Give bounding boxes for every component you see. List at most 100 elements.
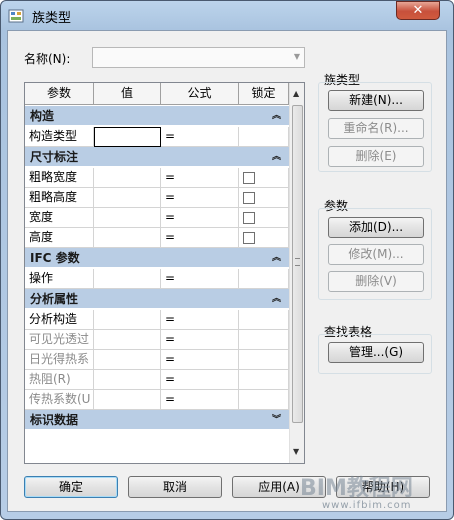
parameter-row[interactable]: 日光得热系 = bbox=[25, 350, 289, 370]
parameter-row[interactable]: 构造类型 = bbox=[25, 127, 289, 147]
value-cell[interactable] bbox=[94, 370, 161, 390]
category-label: 构造 bbox=[30, 109, 55, 123]
family-types-icon bbox=[8, 9, 24, 23]
lock-cell[interactable] bbox=[239, 188, 289, 208]
column-header-value[interactable]: 值 bbox=[94, 83, 161, 105]
value-cell[interactable] bbox=[94, 350, 161, 370]
collapse-toggle-icon[interactable]: ︾ bbox=[272, 410, 281, 430]
category-label: 标识数据 bbox=[30, 413, 79, 427]
ok-button[interactable]: 确定 bbox=[24, 476, 118, 498]
formula-cell[interactable]: = bbox=[161, 127, 239, 147]
category-row[interactable]: 分析属性 ︽ bbox=[25, 289, 289, 309]
category-label: 尺寸标注 bbox=[30, 150, 79, 164]
lock-checkbox[interactable] bbox=[243, 192, 255, 204]
parameter-grid[interactable]: 参数 值 公式 锁定 构造 ︽ 构造类型 = 尺寸标注 ︽ 粗略宽度 = 粗略高度 = 宽度 = 高度 =… bbox=[24, 82, 305, 464]
rename-type-button[interactable]: 重命名(R)... bbox=[328, 118, 424, 139]
collapse-toggle-icon[interactable]: ︽ bbox=[272, 289, 281, 309]
lock-cell[interactable] bbox=[239, 208, 289, 228]
title-bar[interactable]: 族类型 bbox=[0, 0, 454, 30]
watermark-url: www.ifbim.com bbox=[322, 500, 412, 511]
parameter-name: 传热系数(U bbox=[25, 390, 94, 410]
lock-cell[interactable] bbox=[239, 310, 289, 330]
modify-parameter-button[interactable]: 修改(M)... bbox=[328, 244, 424, 265]
formula-cell[interactable]: = bbox=[161, 390, 239, 410]
parameter-name: 高度 bbox=[25, 228, 94, 248]
parameter-row[interactable]: 热阻(R) = bbox=[25, 370, 289, 390]
formula-cell[interactable]: = bbox=[161, 228, 239, 248]
category-row[interactable]: 尺寸标注 ︽ bbox=[25, 147, 289, 167]
lock-checkbox[interactable] bbox=[243, 172, 255, 184]
value-cell[interactable] bbox=[94, 390, 161, 410]
parameter-row[interactable]: 粗略高度 = bbox=[25, 188, 289, 208]
column-header-lock[interactable]: 锁定 bbox=[239, 83, 289, 105]
delete-parameter-button[interactable]: 删除(V) bbox=[328, 271, 424, 292]
lock-cell[interactable] bbox=[239, 269, 289, 289]
value-cell[interactable] bbox=[94, 168, 161, 188]
manage-lookup-tables-button[interactable]: 管理...(G) bbox=[328, 342, 424, 363]
category-row[interactable]: 构造 ︽ bbox=[25, 106, 289, 126]
formula-cell[interactable]: = bbox=[161, 208, 239, 228]
scroll-down-icon[interactable]: ▼ bbox=[293, 447, 299, 456]
collapse-toggle-icon[interactable]: ︽ bbox=[272, 106, 281, 126]
add-parameter-button[interactable]: 添加(D)... bbox=[328, 217, 424, 238]
formula-cell[interactable]: = bbox=[161, 269, 239, 289]
grip-icon bbox=[295, 258, 300, 266]
parameter-name: 可见光透过 bbox=[25, 330, 94, 350]
formula-cell[interactable]: = bbox=[161, 188, 239, 208]
formula-cell[interactable]: = bbox=[161, 168, 239, 188]
category-row[interactable]: IFC 参数 ︽ bbox=[25, 248, 289, 268]
column-header-parameter[interactable]: 参数 bbox=[25, 83, 94, 105]
parameter-name: 日光得热系 bbox=[25, 350, 94, 370]
value-cell[interactable] bbox=[94, 188, 161, 208]
value-cell[interactable] bbox=[94, 310, 161, 330]
new-type-button[interactable]: 新建(N)... bbox=[328, 90, 424, 111]
close-button[interactable]: ✕ bbox=[396, 1, 440, 20]
value-cell[interactable] bbox=[94, 228, 161, 248]
delete-type-button[interactable]: 删除(E) bbox=[328, 146, 424, 167]
parameter-row[interactable]: 操作 = bbox=[25, 269, 289, 289]
parameter-row[interactable]: 粗略宽度 = bbox=[25, 168, 289, 188]
lock-cell[interactable] bbox=[239, 370, 289, 390]
value-cell[interactable] bbox=[94, 127, 161, 147]
parameter-row[interactable]: 宽度 = bbox=[25, 208, 289, 228]
lock-checkbox[interactable] bbox=[243, 232, 255, 244]
collapse-toggle-icon[interactable]: ︽ bbox=[272, 147, 281, 167]
cancel-button[interactable]: 取消 bbox=[128, 476, 222, 498]
collapse-toggle-icon[interactable]: ︽ bbox=[272, 248, 281, 268]
value-cell[interactable] bbox=[94, 269, 161, 289]
category-label: IFC 参数 bbox=[30, 251, 80, 265]
parameter-name: 分析构造 bbox=[25, 310, 94, 330]
scroll-up-icon[interactable]: ▲ bbox=[293, 89, 299, 98]
parameter-row[interactable]: 传热系数(U = bbox=[25, 390, 289, 410]
vertical-scrollbar[interactable]: ▲ ▼ bbox=[289, 83, 304, 463]
parameter-row[interactable]: 高度 = bbox=[25, 228, 289, 248]
parameter-name: 宽度 bbox=[25, 208, 94, 228]
category-row[interactable]: 标识数据 ︾ bbox=[25, 410, 289, 430]
parameter-name: 粗略宽度 bbox=[25, 168, 94, 188]
parameter-row[interactable]: 分析构造 = bbox=[25, 310, 289, 330]
category-label: 分析属性 bbox=[30, 292, 79, 306]
lock-cell[interactable] bbox=[239, 390, 289, 410]
value-cell[interactable] bbox=[94, 330, 161, 350]
lock-cell[interactable] bbox=[239, 127, 289, 147]
lock-cell[interactable] bbox=[239, 168, 289, 188]
lock-checkbox[interactable] bbox=[243, 212, 255, 224]
parameter-row[interactable]: 可见光透过 = bbox=[25, 330, 289, 350]
watermark-logo: BIM教程网 bbox=[300, 476, 413, 501]
lock-cell[interactable] bbox=[239, 350, 289, 370]
lock-cell[interactable] bbox=[239, 228, 289, 248]
lock-cell[interactable] bbox=[239, 330, 289, 350]
parameter-name: 粗略高度 bbox=[25, 188, 94, 208]
chevron-down-icon: ▼ bbox=[293, 52, 300, 61]
formula-cell[interactable]: = bbox=[161, 370, 239, 390]
scroll-thumb[interactable] bbox=[292, 105, 303, 423]
value-cell[interactable] bbox=[94, 208, 161, 228]
parameter-name: 构造类型 bbox=[25, 127, 94, 147]
parameter-name: 操作 bbox=[25, 269, 94, 289]
column-header-formula[interactable]: 公式 bbox=[161, 83, 239, 105]
formula-cell[interactable]: = bbox=[161, 350, 239, 370]
formula-cell[interactable]: = bbox=[161, 310, 239, 330]
name-combobox[interactable]: ▼ bbox=[92, 47, 305, 68]
formula-cell[interactable]: = bbox=[161, 330, 239, 350]
parameter-name: 热阻(R) bbox=[25, 370, 94, 390]
